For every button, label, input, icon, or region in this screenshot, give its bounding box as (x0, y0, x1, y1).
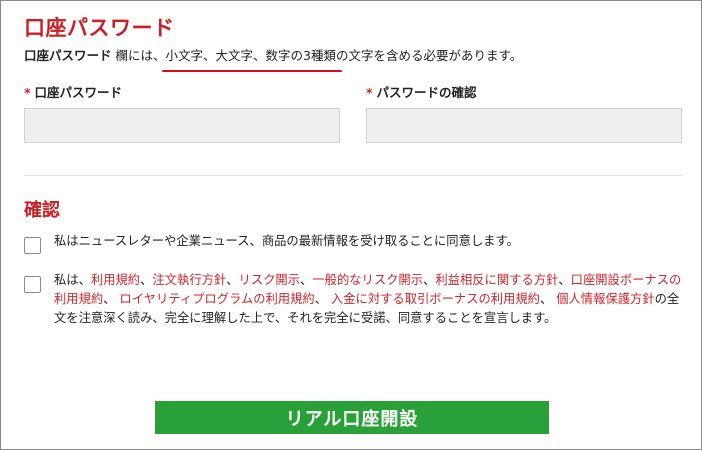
newsletter-consent-text: 私はニュースレターや企業ニュース、商品の最新情報を受け取ることに同意します。 (54, 234, 519, 248)
privacy-policy-link[interactable]: 個人情報保護方針 (556, 292, 654, 306)
confirm-password-label: * パスワードの確認 (366, 82, 477, 101)
section-title-confirm: 確認 (24, 200, 60, 221)
terms-checkbox[interactable] (24, 276, 41, 293)
hint-underlined: 小文字、大文字、数字の3種類 (161, 45, 343, 72)
confirm-password-input[interactable] (366, 108, 682, 143)
deposit-bonus-terms-link[interactable]: 入金に対する取引ボーナスの利用規約 (331, 292, 540, 306)
password-label: * 口座パスワード (24, 82, 122, 101)
password-input[interactable] (24, 108, 340, 143)
required-mark: * (366, 85, 373, 100)
section-title-password: 口座パスワード (24, 16, 175, 40)
order-execution-policy-link[interactable]: 注文執行方針 (152, 273, 226, 287)
newsletter-checkbox[interactable] (24, 237, 41, 254)
required-mark: * (24, 85, 31, 100)
conflict-of-interest-policy-link[interactable]: 利益相反に関する方針 (435, 273, 558, 287)
terms-prefix: 私は、 (54, 273, 91, 287)
section-divider (24, 175, 682, 176)
hint-pre: 欄には、 (111, 48, 166, 63)
loyalty-program-terms-link[interactable]: ロイヤリティプログラムの利用規約 (119, 292, 314, 306)
terms-link[interactable]: 利用規約 (91, 273, 140, 287)
hint-post: の文字を含める必要があります。 (335, 48, 523, 63)
general-risk-disclosure-link[interactable]: 一般的なリスク開示 (312, 273, 423, 287)
open-real-account-button[interactable]: リアル口座開設 (155, 401, 549, 434)
terms-consent-text: 私は、利用規約、注文執行方針、リスク開示、一般的なリスク開示、利益相反に関する方… (54, 273, 682, 325)
password-label-text: 口座パスワード (34, 85, 123, 100)
risk-disclosure-link[interactable]: リスク開示 (239, 273, 301, 287)
page-frame (0, 0, 702, 450)
confirm-password-label-text: パスワードの確認 (376, 85, 477, 100)
password-hint: 口座パスワード 欄には、小文字、大文字、数字の3種類の文字を含める必要があります… (24, 45, 523, 72)
hint-bold: 口座パスワード (24, 48, 112, 63)
